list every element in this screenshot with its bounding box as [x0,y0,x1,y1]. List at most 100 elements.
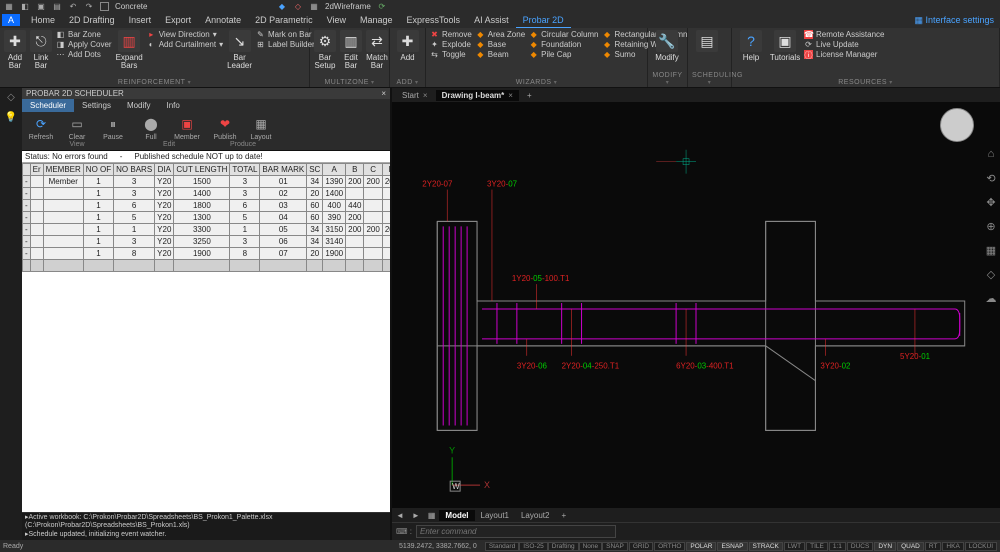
sched-tab-info[interactable]: Info [159,99,188,112]
tab-2d-parametric[interactable]: 2D Parametric [248,13,320,27]
toggle-esnap[interactable]: ESNAP [717,542,747,551]
add-bar-button[interactable]: ✚Add Bar [4,30,26,70]
toggle-strack[interactable]: STRACK [749,542,783,551]
help-button[interactable]: ?Help [736,30,766,62]
publish-button[interactable]: ❤Publish [208,114,242,141]
edit-bar-button[interactable]: ▥Edit Bar [340,30,362,70]
scheduling-button[interactable]: ▤ [692,30,722,54]
base-button[interactable]: ◆Base [476,40,525,49]
tab-manage[interactable]: Manage [353,13,400,27]
qa-undo-icon[interactable]: ↶ [68,1,78,11]
doc-tab-start[interactable]: Start× [396,90,434,101]
beam-button[interactable]: ◆Beam [476,50,525,59]
app-menu-button[interactable]: A [2,14,20,26]
foundation-button[interactable]: ◆Foundation [529,40,598,49]
model-tab-next[interactable]: ► [408,511,424,520]
toggle-quad[interactable]: QUAD [897,542,924,551]
qa-box-icon[interactable] [100,2,109,11]
pile-cap-button[interactable]: ◆Pile Cap [529,50,598,59]
table-row[interactable]: -16Y2018006036040044027 [23,200,391,212]
modify-button[interactable]: 🔧Modify [652,30,682,62]
tab-2d-drafting[interactable]: 2D Drafting [62,13,122,27]
workspace-label[interactable]: 2dWireframe [325,2,371,11]
close-icon[interactable]: × [423,91,428,100]
tab-probar-2d[interactable]: Probar 2D [516,13,571,28]
model-tab[interactable]: Model [439,510,474,521]
drawing-canvas[interactable]: 2Y20-07 3Y20-07 1Y20-05-100.T1 3Y20-06 2… [392,102,1000,520]
model-tab-prev[interactable]: ◄ [392,511,408,520]
status-iso[interactable]: ISO-25 [519,542,548,551]
qa-open-icon[interactable]: ▣ [36,1,46,11]
layout2-tab[interactable]: Layout2 [515,510,555,521]
refresh-icon[interactable]: ⟳ [377,1,387,11]
status-drafting[interactable]: Drafting [548,542,579,551]
circular-column-button[interactable]: ◆Circular Column [529,30,598,39]
live-update-button[interactable]: ⟳Live Update [804,40,884,49]
interface-settings-link[interactable]: ▦ Interface settings [914,15,1000,26]
table-row[interactable]: -15Y2013005046039020016 [23,212,391,224]
view-direction-button[interactable]: ▸View Direction ▾ [147,30,223,39]
doc-tab-add[interactable]: + [521,90,538,101]
tab-insert[interactable]: Insert [122,13,159,27]
doc-tab-drawing[interactable]: Drawing I-beam*× [436,90,519,101]
sched-tab-scheduler[interactable]: Scheduler [22,99,74,112]
explode-button[interactable]: ✦Explode [430,40,472,49]
tab-home[interactable]: Home [24,13,62,27]
layout-add-tab[interactable]: + [555,510,572,521]
expand-bars-button[interactable]: ▥Expand Bars [116,30,143,70]
table-row[interactable]: -13Y20140030220140010 [23,188,391,200]
model-tab-list[interactable]: ▦ [424,511,440,520]
toggle-snap[interactable]: SNAP [602,542,628,551]
status-standard[interactable]: Standard [485,542,519,551]
table-row[interactable]: -11Y2033001053431502002002002008 [23,224,391,236]
sched-tab-settings[interactable]: Settings [74,99,119,112]
grid-icon[interactable]: ▦ [309,1,319,11]
license-manager-button[interactable]: ⓘLicense Manager [804,50,884,59]
member-button[interactable]: ▣Member [170,114,204,141]
qa-redo-icon[interactable]: ↷ [84,1,94,11]
tab-view[interactable]: View [320,13,353,27]
toggle-polar[interactable]: POLAR [686,542,716,551]
table-row[interactable]: -18Y20190080720190037 [23,248,391,260]
match-bar-button[interactable]: ⇄Match Bar [366,30,388,70]
qa-save-icon[interactable]: ▤ [52,1,62,11]
tutorials-button[interactable]: ▣Tutorials [770,30,800,62]
toggle-ortho[interactable]: ORTHO [654,542,685,551]
apply-cover-button[interactable]: ◨Apply Cover [56,40,112,49]
toggle-rt[interactable]: RT [925,542,942,551]
tab-export[interactable]: Export [158,13,198,27]
schedule-grid[interactable]: ErMEMBERNO OFNO BARSDIACUT LENGTHTOTALBA… [22,163,390,512]
toggle-button[interactable]: ⇆Toggle [430,50,472,59]
toggle-lockui[interactable]: LOCKUI [965,542,997,551]
toggle-grid[interactable]: GRID [629,542,653,551]
full-button[interactable]: ⬤Full [134,114,168,141]
toggle-1:1[interactable]: 1:1 [829,542,846,551]
bar-leader-button[interactable]: ↘Bar Leader [227,30,252,70]
search-input[interactable] [115,2,175,11]
close-icon[interactable]: × [508,91,513,100]
tab-ai-assist[interactable]: AI Assist [467,13,516,27]
status-none[interactable]: None [579,542,603,551]
layout-button[interactable]: ▦Layout [244,114,278,141]
tab-expresstools[interactable]: ExpressTools [400,13,468,27]
pause-button[interactable]: ⏸Pause [96,114,130,141]
scheduler-close-icon[interactable]: × [381,89,386,98]
refresh-button[interactable]: ⟳Refresh [24,114,58,141]
layer2-icon[interactable]: ◇ [293,1,303,11]
command-input[interactable] [416,525,616,538]
layer-icon[interactable]: ◆ [277,1,287,11]
add-dots-button[interactable]: ⋯Add Dots [56,50,112,59]
label-builder-button[interactable]: ⊞Label Builder [256,40,315,49]
bar-zone-button[interactable]: ◧Bar Zone [56,30,112,39]
layout1-tab[interactable]: Layout1 [475,510,515,521]
toggle-tile[interactable]: TILE [806,542,828,551]
remote-assistance-button[interactable]: ☎Remote Assistance [804,30,884,39]
remove-button[interactable]: ✖Remove [430,30,472,39]
toggle-lwt[interactable]: LWT [784,542,805,551]
link-bar-button[interactable]: ⎋Link Bar [30,30,52,70]
toggle-ducs[interactable]: DUCS [847,542,873,551]
qa-new-icon[interactable]: ◧ [20,1,30,11]
table-row[interactable]: -Member13Y20150030134139020020020020011 [23,176,391,188]
clear-button[interactable]: ▭Clear [60,114,94,141]
toggle-hka[interactable]: HKA [942,542,963,551]
